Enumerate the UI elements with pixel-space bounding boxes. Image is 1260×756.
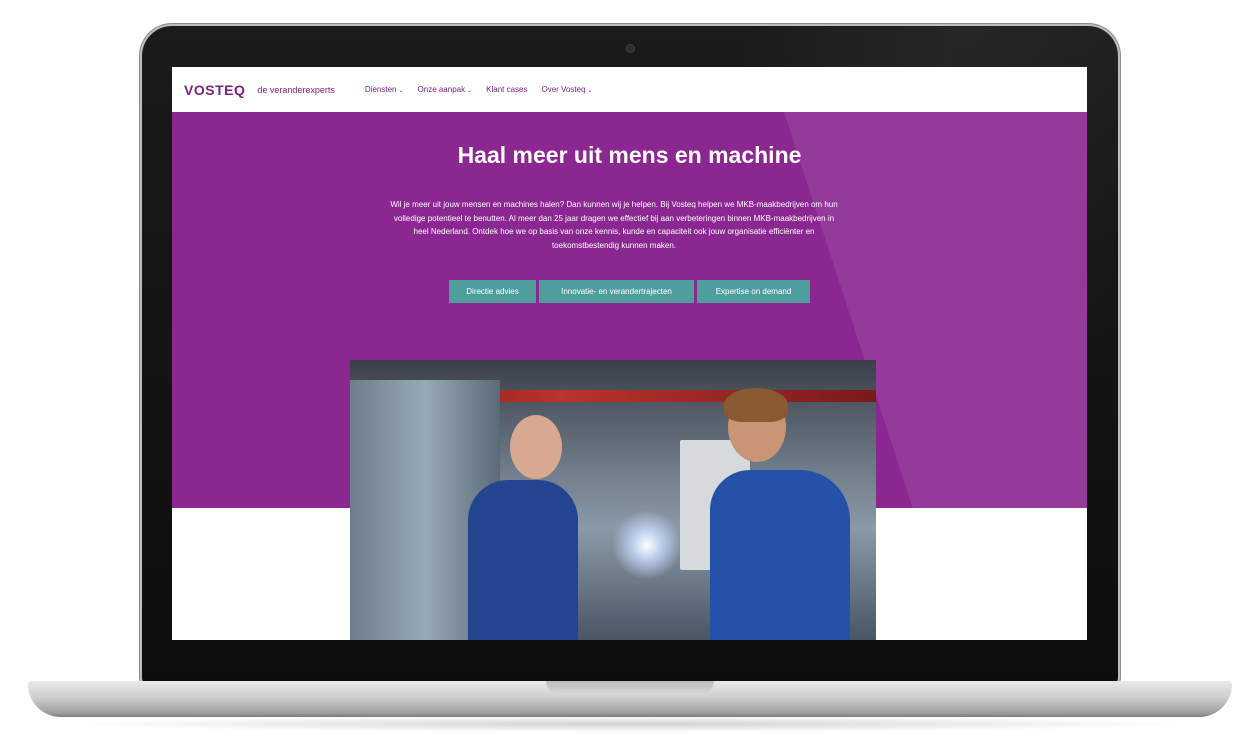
nav-item-label: Over Vosteq	[541, 85, 586, 94]
photo-person-right	[710, 470, 850, 640]
laptop-notch	[546, 681, 714, 695]
chevron-down-icon: ⌄	[587, 88, 593, 94]
nav-item-label: Onze aanpak	[417, 85, 466, 94]
chevron-down-icon: ⌄	[398, 88, 404, 94]
photo-person-right-hair	[724, 388, 788, 422]
nav-item-over-vosteq[interactable]: Over Vosteq ⌄	[542, 85, 593, 94]
logo[interactable]: VOSTEQ	[184, 82, 245, 98]
hero-photo	[350, 360, 876, 640]
nav-item-label: Klant cases	[486, 85, 528, 94]
tagline: de veranderexperts	[257, 84, 335, 95]
laptop-shadow	[60, 716, 1200, 732]
webcam-icon	[626, 44, 635, 53]
innovatie-verandertrajecten-button[interactable]: Innovatie- en verandertrajecten	[539, 280, 694, 303]
hero-button-group: Directie advies Innovatie- en verandertr…	[172, 280, 1087, 303]
photo-person-left	[468, 480, 578, 640]
nav-item-diensten[interactable]: Diensten ⌄	[365, 85, 404, 94]
hero-title: Haal meer uit mens en machine	[457, 142, 802, 168]
main-nav: Diensten ⌄ Onze aanpak ⌄ Klant cases Over …	[365, 85, 607, 94]
nav-item-label: Diensten	[364, 85, 397, 94]
screen: VOSTEQ de veranderexperts Diensten ⌄ Onze…	[172, 67, 1087, 640]
expertise-on-demand-button[interactable]: Expertise on demand	[697, 280, 810, 303]
nav-item-onze-aanpak[interactable]: Onze aanpak ⌄	[418, 85, 473, 94]
directie-advies-button[interactable]: Directie advies	[449, 280, 536, 303]
nav-item-klant-cases[interactable]: Klant cases	[486, 85, 527, 94]
chevron-down-icon: ⌄	[467, 88, 473, 94]
photo-welding-light	[612, 510, 682, 580]
photo-person-left-head	[510, 415, 562, 479]
site-header: VOSTEQ de veranderexperts Diensten ⌄ Onze…	[172, 67, 1087, 112]
hero-intro-text: Wil je meer uit jouw mensen en machines …	[390, 200, 838, 250]
